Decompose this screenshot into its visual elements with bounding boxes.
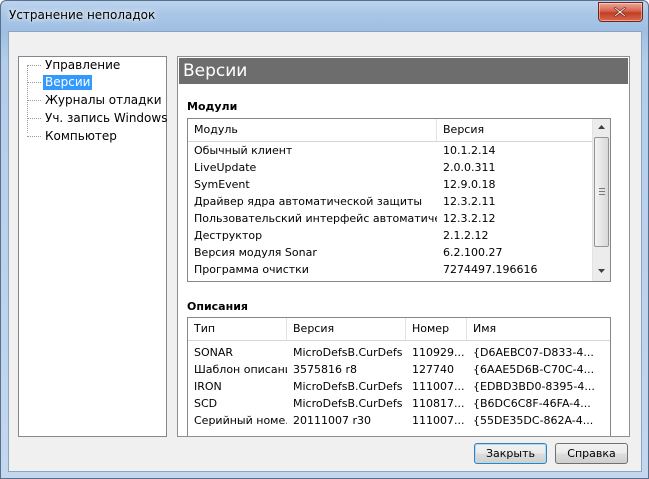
module-version: 10.1.2.14	[443, 144, 496, 157]
modules-scrollbar[interactable]	[592, 119, 610, 281]
definition-number: 111007...	[412, 414, 465, 427]
definitions-section-title: Описания	[187, 300, 248, 313]
column-header-module[interactable]: Модуль	[188, 119, 437, 141]
definition-number: 111007...	[412, 380, 465, 393]
column-header-version[interactable]: Версия	[287, 318, 406, 340]
grip-line	[599, 188, 605, 189]
dialog-client-area: Управление Версии Журналы отладки Уч. за…	[8, 31, 642, 472]
definition-version: MicroDefsB.CurDefs	[293, 380, 403, 393]
definition-number: 127740	[412, 363, 454, 376]
definition-number: 110929...	[412, 346, 465, 359]
definition-type: Шаблон описаний	[194, 363, 287, 376]
modules-list[interactable]: Модуль Версия Обычный клиент 10.1.2.14 L…	[187, 118, 611, 282]
scroll-down-button[interactable]	[593, 263, 610, 280]
definition-name: {EDBD3BD0-8395-4...	[473, 380, 595, 393]
column-header-number[interactable]: Номер	[406, 318, 467, 340]
tree-branch-line	[27, 100, 41, 101]
scroll-up-button[interactable]	[593, 119, 610, 136]
module-name: Программа очистки	[194, 263, 309, 276]
scroll-thumb[interactable]	[594, 137, 609, 247]
modules-list-header: Модуль Версия	[188, 119, 592, 142]
definition-version: MicroDefsB.CurDefs	[293, 397, 403, 410]
definition-number: 110817...	[412, 397, 465, 410]
tree-item-windows-account[interactable]: Уч. запись Windows	[19, 110, 167, 127]
navigation-tree: Управление Версии Журналы отладки Уч. за…	[18, 56, 167, 437]
tree-item-management[interactable]: Управление	[19, 57, 165, 74]
tree-item-label: Компьютер	[45, 129, 117, 143]
module-name: Версия модуля Sonar	[194, 246, 317, 259]
column-header-version[interactable]: Версия	[437, 119, 592, 141]
definition-name: {D6AEBC07-D833-4...	[473, 346, 594, 359]
module-version: 2.0.0.311	[443, 161, 496, 174]
definition-type: IRON	[194, 380, 222, 393]
tree-item-versions[interactable]: Версии	[19, 74, 165, 91]
definition-type: SONAR	[194, 346, 234, 359]
tree-item-label: Управление	[45, 58, 121, 72]
tree-branch-line	[27, 82, 41, 83]
module-name: SymEvent	[194, 178, 250, 191]
tree-branch-line	[27, 65, 41, 66]
versions-panel: Версии Модули Модуль Версия Обычный клие…	[177, 56, 630, 437]
troubleshooting-window: Устранение неполадок Управление Версии Ж…	[0, 0, 649, 479]
module-name: Обычный клиент	[194, 144, 293, 157]
close-icon	[614, 7, 626, 17]
definition-type: SCD	[194, 397, 218, 410]
module-version: 7274497.196616	[443, 263, 538, 276]
tree-item-label: Журналы отладки	[45, 93, 162, 107]
definition-version: 3575816 r8	[293, 363, 358, 376]
window-close-button[interactable]	[598, 2, 643, 22]
module-version: 12.3.2.12	[443, 212, 496, 225]
module-name: Пользовательский интерфейс автоматическ.…	[194, 212, 437, 225]
grip-line	[599, 191, 605, 192]
module-name: Деструктор	[194, 229, 263, 242]
title-bar[interactable]: Устранение неполадок	[1, 1, 648, 31]
definition-name: {6AAE5D6B-C70C-4...	[473, 363, 595, 376]
tree-item-label: Уч. запись Windows	[45, 111, 168, 125]
grip-line	[599, 194, 605, 195]
tree-branch-line	[27, 118, 41, 119]
panel-header: Версии	[179, 58, 628, 84]
close-button[interactable]: Закрыть	[474, 443, 547, 464]
tree-item-computer[interactable]: Компьютер	[19, 128, 165, 145]
definition-version: 20111007 r30	[293, 414, 372, 427]
arrow-down-icon	[598, 269, 605, 273]
window-title: Устранение неполадок	[9, 8, 156, 22]
module-version: 12.3.2.11	[443, 195, 496, 208]
modules-section-title: Модули	[187, 100, 238, 113]
definitions-list[interactable]: Тип Версия Номер Имя SONAR MicroDefsB.Cu…	[187, 317, 611, 436]
definition-type: Серийный номе...	[194, 414, 287, 427]
module-version: 6.2.100.27	[443, 246, 503, 259]
definition-version: MicroDefsB.CurDefs	[293, 346, 403, 359]
module-name: Драйвер ядра автоматической защиты	[194, 195, 423, 208]
tree-branch-line	[27, 136, 41, 137]
definition-name: {55DE35DC-862A-4...	[473, 414, 594, 427]
column-header-type[interactable]: Тип	[188, 318, 287, 340]
column-header-name[interactable]: Имя	[467, 318, 610, 340]
arrow-up-icon	[598, 125, 605, 129]
panel-title: Версии	[183, 61, 248, 81]
module-version: 2.1.2.12	[443, 229, 489, 242]
help-button[interactable]: Справка	[555, 443, 628, 464]
definition-name: {B6DC6C8F-46FA-4...	[473, 397, 591, 410]
module-name: LiveUpdate	[194, 161, 257, 174]
tree-item-label: Версии	[43, 75, 93, 90]
module-version: 12.9.0.18	[443, 178, 496, 191]
tree-item-debug-logs[interactable]: Журналы отладки	[19, 92, 165, 109]
definitions-list-header: Тип Версия Номер Имя	[188, 318, 610, 341]
